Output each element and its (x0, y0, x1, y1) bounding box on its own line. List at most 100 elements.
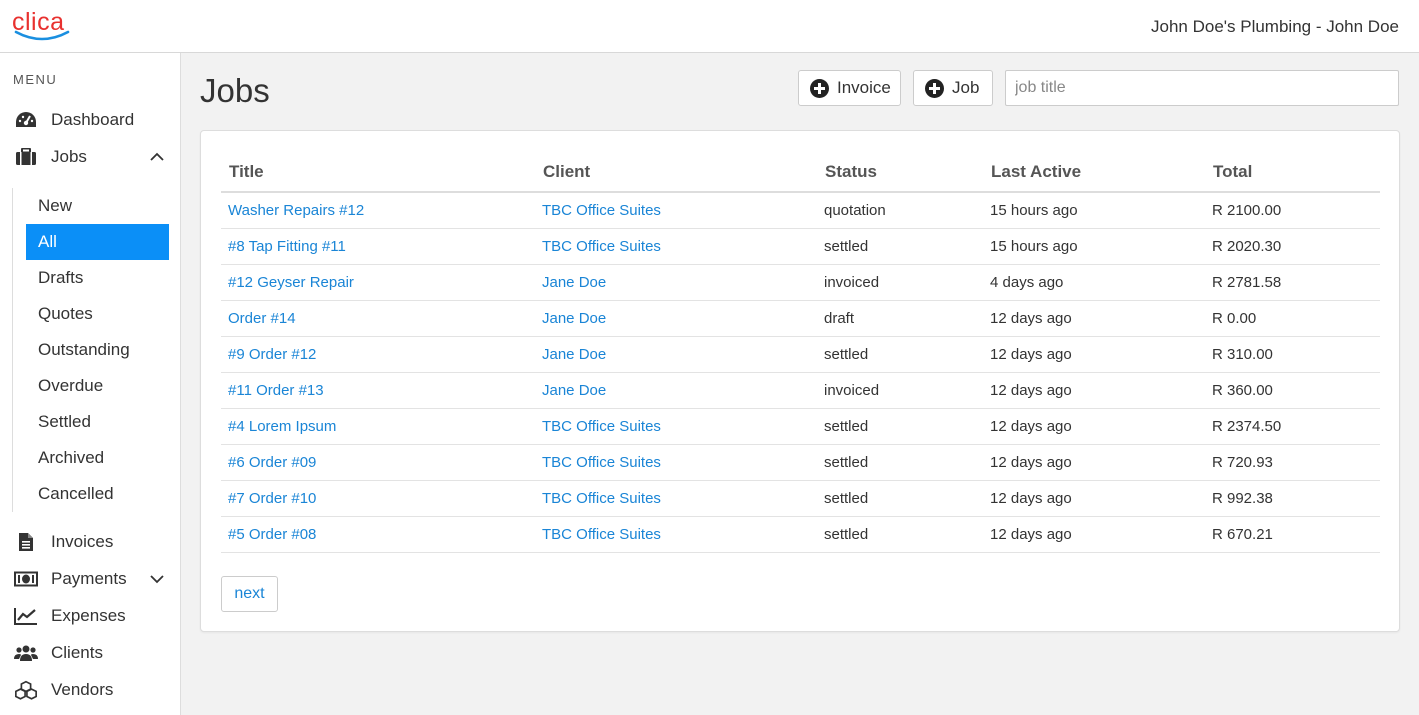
jobs-submenu: New All Drafts Quotes Outstanding Overdu… (12, 188, 172, 512)
sidebar-item-vendors[interactable]: Vendors (0, 672, 180, 708)
table-row: Washer Repairs #12 TBC Office Suites quo… (221, 192, 1380, 229)
dashboard-icon (14, 109, 38, 131)
job-total: R 2781.58 (1205, 264, 1380, 301)
table-row: #12 Geyser Repair Jane Doe invoiced 4 da… (221, 264, 1380, 301)
sidebar-item-label: Dashboard (51, 110, 135, 129)
column-header-client[interactable]: Client (535, 152, 817, 193)
add-invoice-label: Invoice (837, 78, 891, 97)
job-title-link[interactable]: #7 Order #10 (228, 490, 316, 507)
last-active: 4 days ago (983, 264, 1205, 301)
job-title-link[interactable]: #11 Order #13 (228, 382, 324, 399)
table-row: #9 Order #12 Jane Doe settled 12 days ag… (221, 336, 1380, 373)
job-search-input[interactable] (1005, 70, 1399, 106)
jobs-table-card: Title Client Status Last Active Total Wa… (200, 130, 1400, 632)
briefcase-icon (14, 146, 38, 168)
plus-circle-icon (810, 78, 829, 98)
add-invoice-button[interactable]: Invoice (798, 70, 901, 106)
document-icon (14, 531, 38, 553)
job-title-link[interactable]: #5 Order #08 (228, 526, 316, 543)
submenu-item-outstanding[interactable]: Outstanding (26, 332, 169, 368)
chevron-down-icon (150, 575, 164, 584)
table-row: #7 Order #10 TBC Office Suites settled 1… (221, 480, 1380, 517)
sidebar: MENU Dashboard Jobs New All Drafts Quote… (0, 53, 181, 715)
submenu-item-archived[interactable]: Archived (26, 440, 169, 476)
table-row: #5 Order #08 TBC Office Suites settled 1… (221, 516, 1380, 553)
submenu-item-cancelled[interactable]: Cancelled (26, 476, 169, 512)
client-link[interactable]: Jane Doe (542, 382, 606, 399)
last-active: 12 days ago (983, 336, 1205, 373)
job-status: settled (817, 408, 983, 445)
job-status: settled (817, 336, 983, 373)
job-title-link[interactable]: #4 Lorem Ipsum (228, 418, 336, 435)
add-job-label: Job (952, 78, 980, 97)
table-row: Order #14 Jane Doe draft 12 days ago R 0… (221, 300, 1380, 337)
job-title-link[interactable]: #12 Geyser Repair (228, 274, 354, 291)
users-icon (14, 642, 38, 664)
table-header-row: Title Client Status Last Active Total (221, 152, 1380, 193)
job-status: settled (817, 480, 983, 517)
client-link[interactable]: Jane Doe (542, 274, 606, 291)
submenu-item-overdue[interactable]: Overdue (26, 368, 169, 404)
page-title: Jobs (200, 72, 270, 109)
top-bar: clica John Doe's Plumbing - John Doe (0, 0, 1419, 53)
job-title-link[interactable]: #9 Order #12 (228, 346, 316, 363)
sidebar-item-label: Clients (51, 643, 103, 662)
menu-heading: MENU (13, 72, 58, 87)
client-link[interactable]: TBC Office Suites (542, 454, 661, 471)
sidebar-item-dashboard[interactable]: Dashboard (0, 102, 180, 138)
job-status: settled (817, 444, 983, 481)
last-active: 12 days ago (983, 408, 1205, 445)
next-page-button[interactable]: next (221, 576, 278, 612)
client-link[interactable]: TBC Office Suites (542, 202, 661, 219)
job-title-link[interactable]: #6 Order #09 (228, 454, 316, 471)
table-row: #11 Order #13 Jane Doe invoiced 12 days … (221, 372, 1380, 409)
main-content: Jobs Invoice Job Title Client Status Las… (181, 53, 1419, 715)
sidebar-item-label: Invoices (51, 532, 114, 551)
sidebar-item-label: Jobs (51, 147, 87, 166)
client-link[interactable]: Jane Doe (542, 310, 606, 327)
account-name[interactable]: John Doe's Plumbing - John Doe (1151, 17, 1399, 37)
sidebar-item-label: Payments (51, 569, 127, 588)
client-link[interactable]: Jane Doe (542, 346, 606, 363)
sidebar-item-clients[interactable]: Clients (0, 635, 180, 671)
column-header-last-active[interactable]: Last Active (983, 152, 1205, 193)
add-job-button[interactable]: Job (913, 70, 993, 106)
last-active: 15 hours ago (983, 228, 1205, 265)
job-status: draft (817, 300, 983, 337)
sidebar-item-payments[interactable]: Payments (0, 561, 180, 597)
last-active: 12 days ago (983, 516, 1205, 553)
sidebar-item-jobs[interactable]: Jobs (0, 139, 180, 175)
table-row: #6 Order #09 TBC Office Suites settled 1… (221, 444, 1380, 481)
sidebar-item-invoices[interactable]: Invoices (0, 524, 180, 560)
column-header-title[interactable]: Title (221, 152, 535, 193)
plus-circle-icon (925, 78, 944, 98)
sidebar-item-label: Vendors (51, 680, 114, 699)
client-link[interactable]: TBC Office Suites (542, 490, 661, 507)
submenu-item-quotes[interactable]: Quotes (26, 296, 169, 332)
client-link[interactable]: TBC Office Suites (542, 526, 661, 543)
clica-logo[interactable]: clica (12, 8, 72, 42)
job-status: invoiced (817, 372, 983, 409)
job-total: R 2100.00 (1205, 192, 1380, 229)
job-total: R 670.21 (1205, 516, 1380, 553)
chevron-up-icon (150, 152, 164, 161)
job-total: R 360.00 (1205, 372, 1380, 409)
client-link[interactable]: TBC Office Suites (542, 238, 661, 255)
money-icon (14, 568, 38, 590)
last-active: 12 days ago (983, 372, 1205, 409)
submenu-item-settled[interactable]: Settled (26, 404, 169, 440)
column-header-total[interactable]: Total (1205, 152, 1380, 193)
job-total: R 720.93 (1205, 444, 1380, 481)
sidebar-item-expenses[interactable]: Expenses (0, 598, 180, 634)
sidebar-item-label: Expenses (51, 606, 126, 625)
job-title-link[interactable]: Order #14 (228, 310, 296, 327)
table-row: #4 Lorem Ipsum TBC Office Suites settled… (221, 408, 1380, 445)
job-title-link[interactable]: #8 Tap Fitting #11 (228, 238, 346, 255)
column-header-status[interactable]: Status (817, 152, 983, 193)
submenu-item-new[interactable]: New (26, 188, 169, 224)
last-active: 12 days ago (983, 480, 1205, 517)
submenu-item-drafts[interactable]: Drafts (26, 260, 169, 296)
client-link[interactable]: TBC Office Suites (542, 418, 661, 435)
submenu-item-all[interactable]: All (26, 224, 169, 260)
job-title-link[interactable]: Washer Repairs #12 (228, 202, 364, 219)
